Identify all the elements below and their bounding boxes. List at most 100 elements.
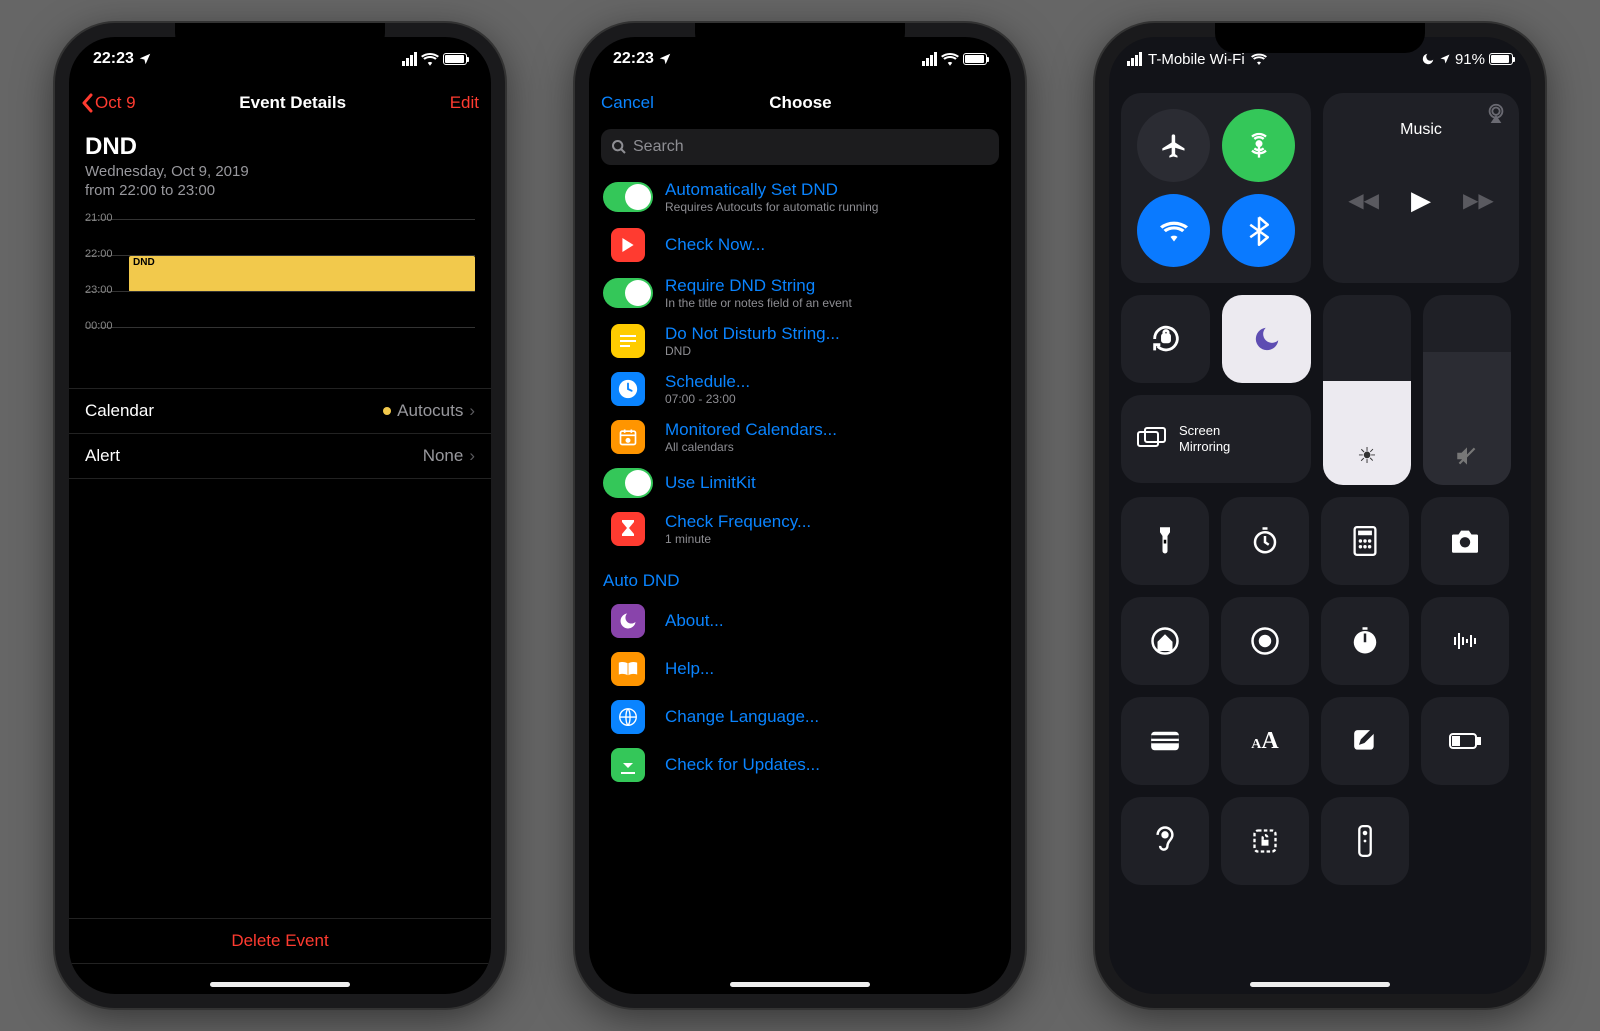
shortcut-subtitle: 07:00 - 23:00	[665, 392, 750, 406]
shortcut-row[interactable]: Check Now...	[589, 221, 1011, 269]
hearing-button[interactable]	[1121, 797, 1209, 885]
shortcut-row[interactable]: Change Language...	[589, 693, 1011, 741]
event-time: from 22:00 to 23:00	[69, 182, 491, 201]
bluetooth-icon	[1249, 216, 1269, 246]
shortcut-title: About...	[665, 611, 724, 631]
calendar-icon	[611, 420, 645, 454]
home-indicator[interactable]	[1250, 982, 1390, 987]
shortcut-title: Monitored Calendars...	[665, 420, 837, 440]
shortcut-list: About... Help... Change Language...Check f…	[589, 597, 1011, 789]
home-icon	[1150, 626, 1180, 656]
toggle-on-icon[interactable]	[603, 468, 653, 498]
home-button[interactable]	[1121, 597, 1209, 685]
guided-access-button[interactable]	[1221, 797, 1309, 885]
wallet-icon	[1150, 729, 1180, 753]
nav-bar: Oct 9 Event Details Edit	[69, 81, 491, 125]
location-arrow-icon	[1439, 53, 1451, 65]
shortcut-list: Automatically Set DNDRequires Autocuts f…	[589, 173, 1011, 553]
orientation-lock-button[interactable]	[1121, 295, 1210, 383]
bluetooth-button[interactable]	[1222, 194, 1295, 267]
back-button[interactable]: Oct 9	[81, 93, 136, 113]
edit-button[interactable]: Edit	[450, 93, 479, 113]
low-power-button[interactable]	[1421, 697, 1509, 785]
event-date: Wednesday, Oct 9, 2019	[69, 163, 491, 182]
media-module[interactable]: Music ◀◀ ▶ ▶▶	[1323, 93, 1519, 283]
media-title: Music	[1400, 121, 1442, 139]
shortcut-row[interactable]: Check Frequency...1 minute	[589, 505, 1011, 553]
shortcut-row[interactable]: Automatically Set DNDRequires Autocuts f…	[589, 173, 1011, 221]
shortcut-row[interactable]: Schedule...07:00 - 23:00	[589, 365, 1011, 413]
camera-button[interactable]	[1421, 497, 1509, 585]
shortcut-title: Schedule...	[665, 372, 750, 392]
airplane-icon	[1160, 132, 1188, 160]
remote-icon	[1358, 825, 1372, 857]
home-indicator[interactable]	[210, 982, 350, 987]
download-icon	[611, 748, 645, 782]
delete-event-button[interactable]: Delete Event	[69, 918, 491, 964]
shortcut-row[interactable]: Do Not Disturb String...DND	[589, 317, 1011, 365]
shortcut-title: Check Frequency...	[665, 512, 811, 532]
shortcut-subtitle: All calendars	[665, 440, 837, 454]
airplane-mode-button[interactable]	[1137, 109, 1210, 182]
event-block[interactable]: DND	[129, 256, 475, 292]
toggle-on-icon[interactable]	[603, 278, 653, 308]
alert-row[interactable]: Alert None ›	[69, 434, 491, 479]
timer-button[interactable]	[1221, 497, 1309, 585]
nav-title: Event Details	[239, 93, 346, 113]
moon-icon	[1421, 52, 1435, 66]
play-button[interactable]: ▶	[1411, 185, 1431, 216]
cellular-data-button[interactable]	[1222, 109, 1295, 182]
next-track-button[interactable]: ▶▶	[1463, 188, 1494, 213]
calculator-button[interactable]	[1321, 497, 1409, 585]
hourglass-icon	[611, 512, 645, 546]
search-field[interactable]: Search	[601, 129, 999, 165]
shortcut-row[interactable]: Monitored Calendars...All calendars	[589, 413, 1011, 461]
prev-track-button[interactable]: ◀◀	[1348, 188, 1379, 213]
brightness-slider[interactable]: ☀	[1323, 295, 1411, 485]
timer-icon	[1250, 526, 1280, 556]
text-size-button[interactable]: AA	[1221, 697, 1309, 785]
low-power-icon	[1449, 732, 1481, 750]
shortcut-row[interactable]: About...	[589, 597, 1011, 645]
wallet-button[interactable]	[1121, 697, 1209, 785]
search-icon	[611, 139, 627, 155]
shortcut-subtitle: 1 minute	[665, 532, 811, 546]
battery-pct: 91%	[1455, 51, 1485, 68]
shortcut-row[interactable]: Check for Updates...	[589, 741, 1011, 789]
screen-mirroring-button[interactable]: ScreenMirroring	[1121, 395, 1311, 483]
record-button[interactable]	[1221, 597, 1309, 685]
text-size-icon: AA	[1251, 728, 1278, 755]
brightness-icon: ☀	[1357, 443, 1377, 469]
wifi-icon	[421, 52, 439, 66]
flashlight-icon	[1153, 526, 1177, 556]
antenna-icon	[1245, 132, 1273, 160]
shortcut-subtitle: DND	[665, 344, 840, 358]
notes-button[interactable]	[1321, 697, 1409, 785]
shortcut-title: Check Now...	[665, 235, 765, 255]
screen-mirroring-icon	[1137, 427, 1167, 451]
shortcut-row[interactable]: Use LimitKit	[589, 461, 1011, 505]
shortcut-title: Require DND String	[665, 276, 852, 296]
shortcut-row[interactable]: Require DND StringIn the title or notes …	[589, 269, 1011, 317]
remote-button[interactable]	[1321, 797, 1409, 885]
calendar-row[interactable]: Calendar Autocuts ›	[69, 388, 491, 434]
connectivity-module	[1121, 93, 1311, 283]
voice-memos-icon	[1448, 629, 1482, 653]
chevron-right-icon: ›	[469, 446, 475, 466]
wifi-button[interactable]	[1137, 194, 1210, 267]
do-not-disturb-button[interactable]	[1222, 295, 1311, 383]
shortcut-subtitle: Requires Autocuts for automatic running	[665, 200, 878, 214]
stopwatch-button[interactable]	[1321, 597, 1409, 685]
shortcut-row[interactable]: Help...	[589, 645, 1011, 693]
chevron-left-icon	[81, 93, 93, 113]
shortcut-subtitle: In the title or notes field of an event	[665, 296, 852, 310]
voice-memos-button[interactable]	[1421, 597, 1509, 685]
flashlight-button[interactable]	[1121, 497, 1209, 585]
home-indicator[interactable]	[730, 982, 870, 987]
clock-icon	[611, 372, 645, 406]
volume-slider[interactable]	[1423, 295, 1511, 485]
shortcut-title: Help...	[665, 659, 714, 679]
cancel-button[interactable]: Cancel	[601, 93, 654, 113]
toggle-on-icon[interactable]	[603, 182, 653, 212]
shortcut-title: Do Not Disturb String...	[665, 324, 840, 344]
